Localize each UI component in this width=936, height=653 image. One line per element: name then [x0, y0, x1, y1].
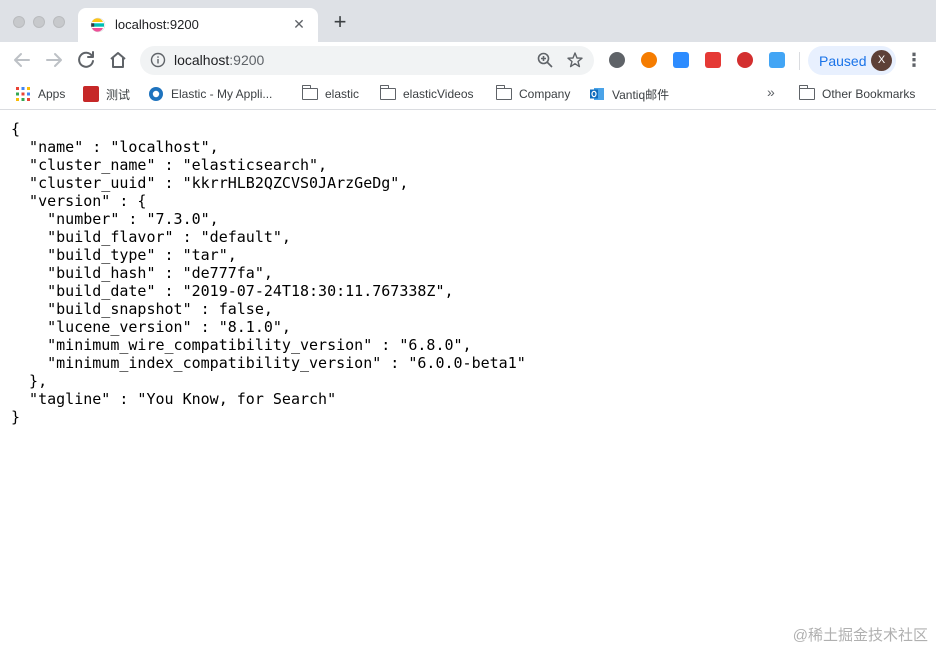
folder-icon	[798, 85, 815, 100]
bookmark-label: Company	[519, 87, 571, 101]
bookmark-label: Elastic - My Appli...	[171, 87, 273, 101]
bookmark-label: Vantiq邮件	[612, 87, 670, 102]
bookmark-label: elastic	[325, 87, 360, 101]
tab-close-icon[interactable]: ✕	[290, 15, 308, 33]
folder-icon	[495, 85, 512, 100]
bookmark-label: Other Bookmarks	[822, 87, 916, 101]
url-port: :9200	[229, 52, 265, 68]
bookmark-folder-elastic[interactable]: elastic	[301, 84, 360, 104]
outlook-icon	[590, 88, 604, 100]
bookmark-folder-elasticvideos[interactable]: elasticVideos	[379, 84, 474, 104]
bookmark-vantiq-mail[interactable]: Vantiq邮件	[589, 84, 669, 104]
minimize-window-button[interactable]	[33, 16, 45, 28]
info-icon[interactable]	[150, 52, 166, 68]
avatar: X	[871, 50, 892, 71]
zoom-extension-icon[interactable]	[673, 52, 689, 68]
arrow-right-icon	[46, 53, 62, 67]
pocket-extension-icon[interactable]	[705, 52, 721, 68]
maximize-window-button[interactable]	[53, 16, 65, 28]
reload-icon	[78, 51, 94, 68]
bookmarks-overflow-chevron[interactable]: »	[767, 84, 775, 100]
forward-button[interactable]	[42, 48, 66, 72]
bookmark-label: Apps	[38, 87, 66, 101]
page-content: { "name" : "localhost", "cluster_name" :…	[0, 111, 936, 653]
watermark: @稀土掘金技术社区	[792, 627, 928, 644]
bookmark-label: elasticVideos	[403, 87, 474, 101]
profile-button[interactable]: Paused X	[808, 46, 896, 75]
url-text[interactable]: localhost:9200	[174, 52, 264, 68]
arrow-left-icon	[14, 53, 30, 67]
bookmarks-bar: Apps 测试 Elastic - My Appli... elastic el…	[0, 79, 936, 110]
extension-gray-icon[interactable]	[609, 52, 625, 68]
other-bookmarks[interactable]: Other Bookmarks	[798, 84, 916, 104]
tab-title: localhost:9200	[115, 17, 199, 32]
new-tab-button[interactable]: +	[330, 11, 350, 33]
adblock-extension-icon[interactable]	[737, 52, 753, 68]
folder-icon	[301, 85, 318, 100]
browser-toolbar: localhost:9200 Paused X ⋮	[0, 42, 936, 79]
elastic-icon	[149, 87, 163, 101]
bookmark-elastic-app[interactable]: Elastic - My Appli...	[148, 84, 272, 104]
favicon-red-icon	[83, 86, 99, 102]
profile-status: Paused	[819, 53, 867, 69]
menu-icon[interactable]: ⋮	[905, 50, 923, 70]
bookmark-test[interactable]: 测试	[83, 84, 130, 104]
bookmark-apps[interactable]: Apps	[15, 84, 65, 104]
home-icon	[110, 52, 126, 68]
close-window-button[interactable]	[13, 16, 25, 28]
json-response: { "name" : "localhost", "cluster_name" :…	[11, 120, 526, 426]
tab-strip: localhost:9200 ✕ +	[0, 0, 936, 42]
reload-button[interactable]	[74, 48, 98, 72]
extension-orange-icon[interactable]	[641, 52, 657, 68]
home-button[interactable]	[106, 48, 130, 72]
toolbar-separator	[799, 52, 800, 70]
bookmark-label: 测试	[106, 87, 131, 102]
translate-extension-icon[interactable]	[769, 52, 785, 68]
back-button[interactable]	[10, 48, 34, 72]
apps-grid-icon	[16, 87, 30, 101]
bookmark-star-icon[interactable]	[566, 51, 584, 69]
active-tab[interactable]: localhost:9200 ✕	[78, 8, 318, 42]
bookmark-folder-company[interactable]: Company	[495, 84, 571, 104]
address-bar[interactable]: localhost:9200	[140, 46, 594, 75]
zoom-icon[interactable]	[536, 51, 554, 69]
elastic-favicon-icon	[90, 17, 106, 33]
folder-icon	[379, 85, 396, 100]
url-host: localhost	[174, 52, 230, 68]
